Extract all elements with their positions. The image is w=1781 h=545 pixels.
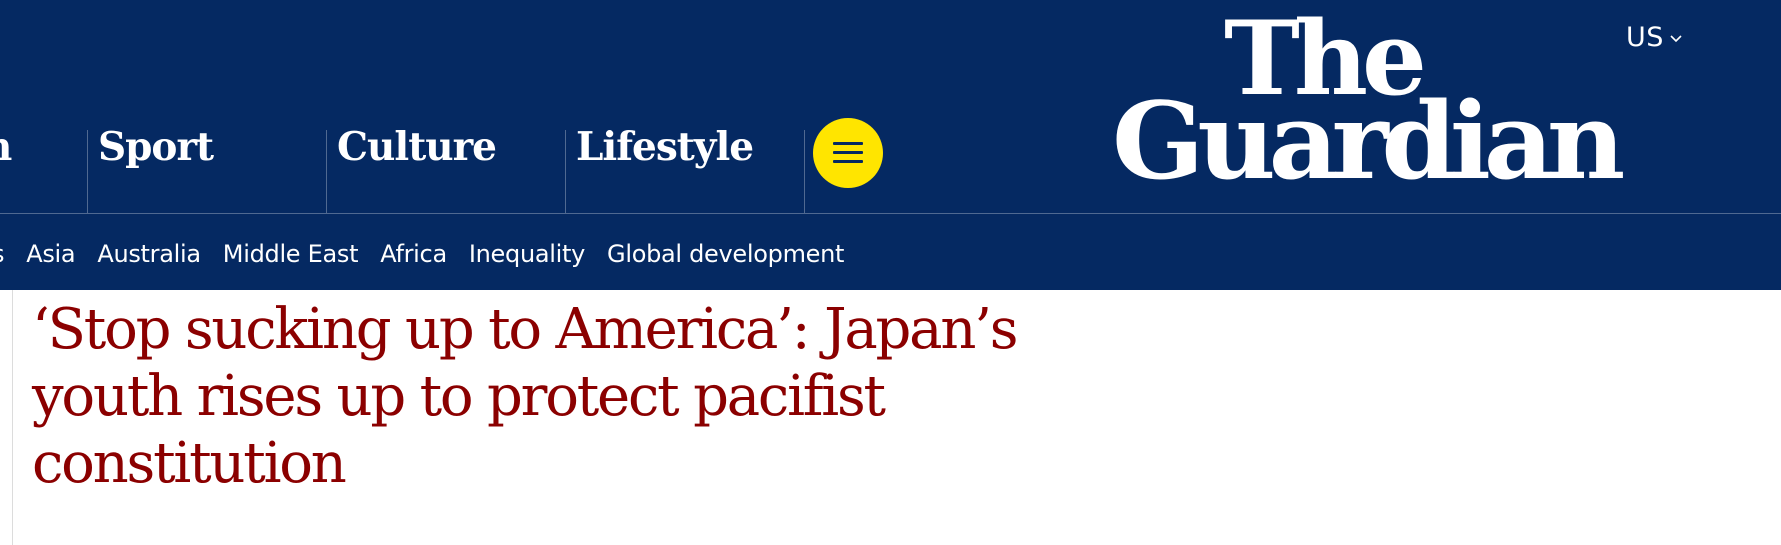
subnav-item-middle-east[interactable]: Middle East xyxy=(223,236,359,272)
nav-divider xyxy=(0,213,1781,214)
pillar-label: n xyxy=(0,124,12,170)
guardian-logo[interactable]: The Guardian xyxy=(1100,0,1700,210)
pillar-label: Sport xyxy=(98,124,214,170)
subnav-item-australia[interactable]: Australia xyxy=(97,236,201,272)
pillar-nav: n Sport Culture Lifestyle xyxy=(0,0,900,213)
masthead: US The Guardian n Sport Culture Lifestyl… xyxy=(0,0,1781,290)
pillar-divider xyxy=(804,130,805,213)
pillar-lifestyle[interactable]: Lifestyle xyxy=(565,127,804,213)
logo-line-guardian: Guardian xyxy=(1112,78,1625,203)
subnav-item-cut[interactable]: s xyxy=(0,236,5,272)
pillar-news[interactable]: n xyxy=(0,127,87,213)
sub-nav: s Asia Australia Middle East Africa Ineq… xyxy=(0,236,844,272)
subnav-item-asia[interactable]: Asia xyxy=(26,236,75,272)
pillar-label: Lifestyle xyxy=(576,124,754,170)
subnav-item-global-development[interactable]: Global development xyxy=(607,236,844,272)
content-left-rule xyxy=(12,290,13,545)
subnav-item-africa[interactable]: Africa xyxy=(380,236,447,272)
subnav-item-inequality[interactable]: Inequality xyxy=(469,236,585,272)
article-headline: ‘Stop sucking up to America’: Japan’s yo… xyxy=(32,297,1019,496)
pillar-culture[interactable]: Culture xyxy=(326,127,565,213)
pillar-sport[interactable]: Sport xyxy=(87,127,326,213)
menu-button[interactable] xyxy=(813,118,883,188)
pillar-label: Culture xyxy=(337,124,497,170)
